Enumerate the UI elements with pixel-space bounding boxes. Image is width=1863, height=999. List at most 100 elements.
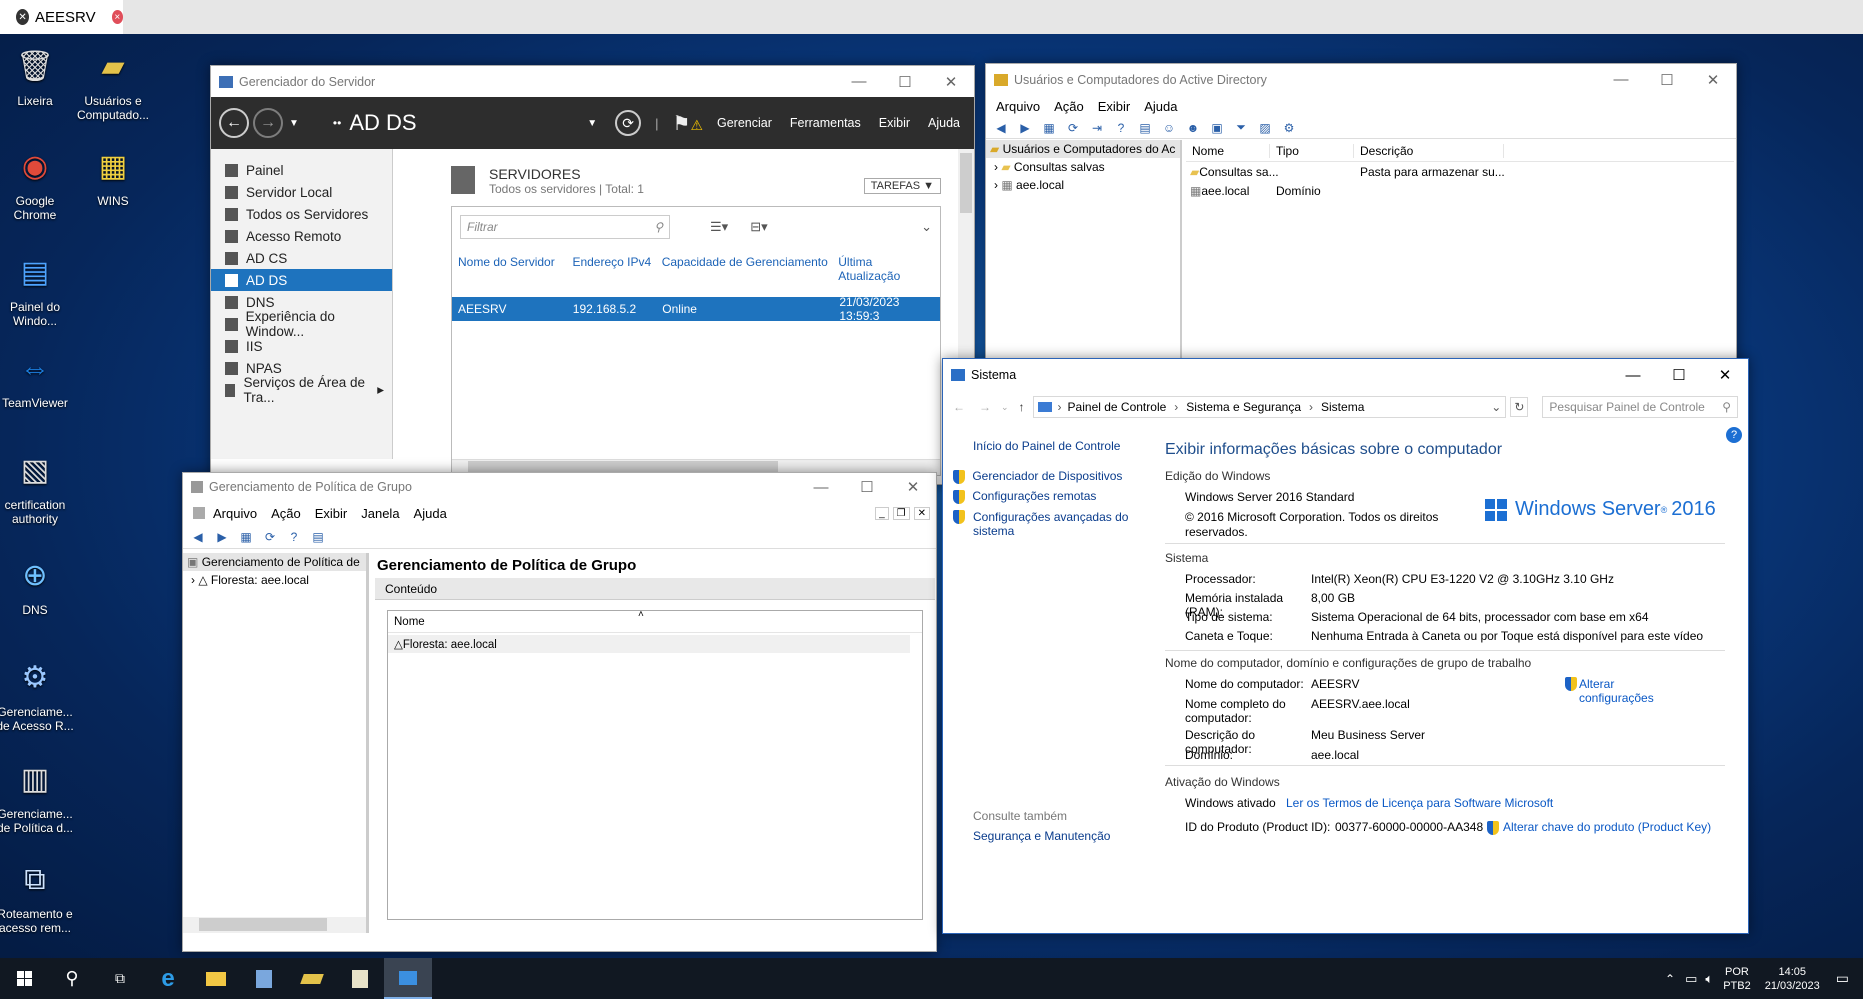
col-manageability[interactable]: Capacidade de Gerenciamento [662, 255, 839, 283]
ad-users-titlebar[interactable]: Usuários e Computadores do Active Direct… [986, 64, 1736, 95]
ad-users-window[interactable]: Usuários e Computadores do Active Direct… [985, 63, 1737, 373]
menu-ajuda[interactable]: Ajuda [1144, 99, 1177, 114]
sidebar-item-0[interactable]: Painel [211, 159, 392, 181]
address-bar[interactable]: › Painel de Controle › Sistema e Segurança… [1032, 396, 1507, 418]
sidebar-item-3[interactable]: Acesso Remoto [211, 225, 392, 247]
sidebar-item-4[interactable]: AD CS [211, 247, 392, 269]
menu-janela[interactable]: Janela [361, 506, 399, 521]
menu-acao[interactable]: Ação [271, 506, 301, 521]
desktop-icon-routing[interactable]: ⧉ Roteamento e acesso rem... [0, 857, 77, 936]
tree-item[interactable]: › △ Floresta: aee.local [183, 571, 366, 589]
security-maintenance-link[interactable]: Segurança e Manutenção [973, 829, 1110, 843]
recent-icon[interactable]: ⌄ [1001, 402, 1009, 413]
refresh-icon[interactable]: ⟳ [615, 110, 642, 136]
refresh-icon[interactable]: ↻ [1510, 397, 1529, 417]
properties-icon[interactable]: ▤ [1136, 120, 1154, 136]
col-nome[interactable]: Nome [394, 616, 425, 628]
task-view-button[interactable]: ⧉ [96, 958, 144, 999]
search-button[interactable]: ⚲ [48, 958, 96, 999]
properties-icon[interactable]: ▤ [309, 529, 327, 545]
console-tree-icon[interactable]: ▦ [1040, 120, 1058, 136]
history-dropdown-icon[interactable]: ▼ [289, 118, 299, 129]
filter-icon[interactable]: ⏷ [1232, 120, 1250, 136]
taskbar-server-manager[interactable] [240, 958, 288, 999]
refresh-icon[interactable]: ⟳ [261, 529, 279, 545]
back-icon[interactable]: ◀ [189, 529, 207, 545]
remote-settings-link[interactable]: Configurações remotas [953, 489, 1096, 504]
breadcrumb-1[interactable]: Sistema e Segurança [1186, 400, 1301, 414]
notification-center-icon[interactable]: ▭ [1836, 970, 1849, 987]
notifications-flag-icon[interactable]: ⚑⚠ [673, 111, 704, 136]
taskbar-system[interactable] [384, 958, 432, 999]
save-query-icon[interactable]: ⊟▾ [750, 219, 767, 235]
refresh-icon[interactable]: ⟳ [1064, 120, 1082, 136]
back-icon[interactable]: ◀ [992, 120, 1010, 136]
tree-item[interactable]: › ▦ aee.local [986, 176, 1180, 194]
maximize-button[interactable]: ☐ [1644, 71, 1690, 89]
help-icon[interactable]: ? [1726, 427, 1742, 443]
network-icon[interactable]: ▭ [1685, 971, 1697, 987]
col-descricao[interactable]: Descrição [1354, 143, 1504, 158]
maximize-button[interactable]: ☐ [844, 478, 890, 496]
minimize-button[interactable]: — [1598, 71, 1644, 88]
minimize-button[interactable]: — [798, 479, 844, 496]
list-item[interactable]: ▰Consultas sa... Pasta para armazenar su… [1186, 162, 1734, 181]
desktop-icon-certification-authority[interactable]: ▧ certification authority [0, 448, 77, 527]
change-product-key-link[interactable]: Alterar chave do produto (Product Key) [1487, 820, 1711, 835]
forward-icon[interactable]: → [979, 400, 991, 414]
sidebar-item-5[interactable]: AD DS [211, 269, 392, 291]
list-item[interactable]: △Floresta: aee.local [388, 635, 910, 653]
address-dropdown-icon[interactable]: ⌄ [1491, 400, 1501, 414]
system-titlebar[interactable]: Sistema — ☐ ✕ [943, 359, 1748, 391]
menu-acao[interactable]: Ação [1054, 99, 1084, 114]
col-server-name[interactable]: Nome do Servidor [458, 255, 572, 283]
horizontal-scrollbar[interactable] [183, 917, 366, 933]
close-session-icon[interactable]: × [111, 10, 123, 24]
minimize-button[interactable]: — [836, 73, 882, 90]
maximize-button[interactable]: ☐ [1656, 366, 1702, 384]
close-button[interactable]: ✕ [928, 73, 974, 91]
col-tipo[interactable]: Tipo [1270, 143, 1354, 158]
server-manager-window[interactable]: Gerenciador do Servidor — ☐ ✕ ← → ▼ •• A… [210, 65, 975, 485]
desktop-icon-gpo-mgmt[interactable]: ▥ Gerenciame... de Política d... [0, 757, 77, 836]
maximize-button[interactable]: ☐ [882, 73, 928, 91]
forward-icon[interactable]: ▶ [1016, 120, 1034, 136]
expand-icon[interactable]: ⌄ [921, 219, 932, 235]
menu-arquivo[interactable]: Arquivo [213, 506, 257, 521]
view-options-icon[interactable]: ☰▾ [710, 219, 728, 235]
control-panel-home-link[interactable]: Início do Painel de Controle [973, 439, 1120, 453]
col-ipv4[interactable]: Endereço IPv4 [572, 255, 661, 283]
gpo-window[interactable]: Gerenciamento de Política de Grupo — ☐ ✕… [182, 472, 937, 952]
start-button[interactable] [0, 958, 48, 999]
menu-exibir[interactable]: Exibir [1098, 99, 1131, 114]
delegate-icon[interactable]: ⚙ [1280, 120, 1298, 136]
gpo-titlebar[interactable]: Gerenciamento de Política de Grupo — ☐ ✕ [183, 473, 936, 501]
help-icon[interactable]: ? [285, 529, 303, 545]
device-manager-link[interactable]: Gerenciador de Dispositivos [953, 469, 1122, 484]
license-terms-link[interactable]: Ler os Termos de Licença para Software M… [1286, 796, 1553, 810]
back-icon[interactable]: ← [953, 400, 965, 414]
col-last-update[interactable]: Última Atualização [838, 255, 934, 283]
system-window[interactable]: Sistema — ☐ ✕ ← → ⌄ ↑ › Painel de Controle ›… [942, 358, 1749, 934]
child-close-icon[interactable]: ✕ [913, 506, 930, 520]
console-tree-icon[interactable]: ▦ [237, 529, 255, 545]
close-button[interactable]: ✕ [890, 478, 936, 496]
tree-root[interactable]: ▣ Gerenciamento de Política de [183, 553, 366, 571]
tab-conteudo[interactable]: Conteúdo [385, 582, 437, 596]
minimize-button[interactable]: — [1610, 367, 1656, 384]
new-ou-icon[interactable]: ▣ [1208, 120, 1226, 136]
filter-input[interactable]: Filtrar ⚲ [460, 215, 670, 239]
sidebar-item-1[interactable]: Servidor Local [211, 181, 392, 203]
child-min-icon[interactable]: _ [875, 506, 889, 520]
desktop-icon-wins[interactable]: ▦ WINS [71, 144, 155, 209]
tree-root[interactable]: ▰ Usuários e Computadores do Ac [986, 140, 1180, 158]
menu-arquivo[interactable]: Arquivo [996, 99, 1040, 114]
sm-menu-1[interactable]: Ferramentas [790, 116, 861, 130]
language-indicator[interactable]: POR PTB2 [1723, 965, 1751, 993]
sm-menu-0[interactable]: Gerenciar [717, 116, 772, 130]
desktop-icon-teamviewer[interactable]: ⇔ TeamViewer [0, 346, 77, 411]
new-group-icon[interactable]: ☻ [1184, 120, 1202, 136]
help-icon[interactable]: ? [1112, 120, 1130, 136]
sidebar-item-2[interactable]: Todos os Servidores [211, 203, 392, 225]
child-restore-icon[interactable]: ❐ [892, 506, 910, 520]
